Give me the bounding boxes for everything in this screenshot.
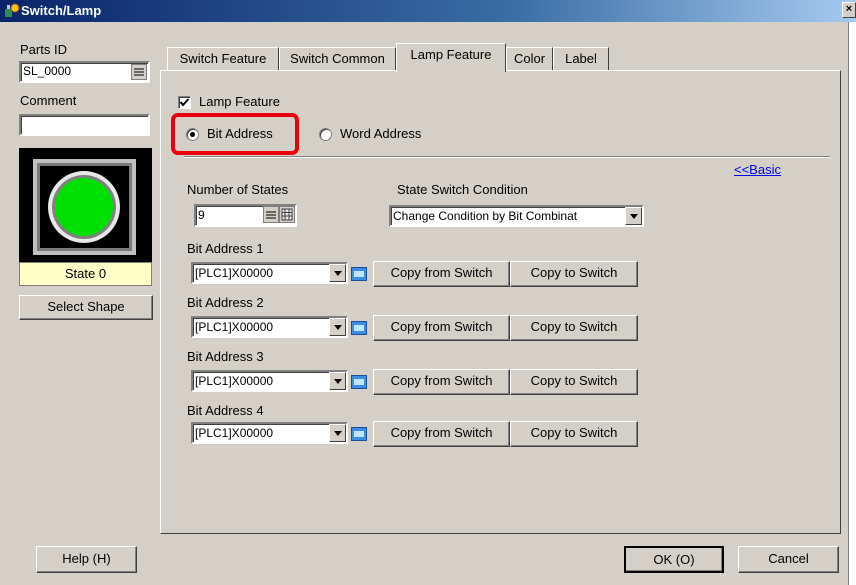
lamp-feature-panel: Lamp Feature Bit Address Word Address <<…: [160, 70, 841, 534]
tab-switch-common[interactable]: Switch Common: [279, 47, 396, 71]
bit-address-1-select[interactable]: [PLC1]X00000: [191, 262, 348, 284]
number-of-states-value: 9: [198, 208, 205, 222]
tab-lamp-feature[interactable]: Lamp Feature: [396, 43, 506, 72]
cancel-button[interactable]: Cancel: [738, 546, 839, 573]
copy-from-switch-button-1[interactable]: Copy from Switch: [373, 261, 510, 287]
lamp-shape-icon: [33, 159, 136, 255]
address-input-icon[interactable]: [351, 427, 367, 441]
basic-link[interactable]: <<Basic: [734, 162, 781, 177]
keypad-button[interactable]: [279, 206, 295, 223]
number-of-states-label: Number of States: [187, 182, 289, 197]
tab-color[interactable]: Color: [506, 47, 553, 71]
checkmark-icon: [179, 98, 190, 107]
address-input-icon[interactable]: [351, 375, 367, 389]
bit-address-2-select[interactable]: [PLC1]X00000: [191, 316, 348, 338]
switch-lamp-app-icon: [4, 3, 20, 19]
state-indicator: State 0: [19, 262, 152, 286]
comment-label: Comment: [20, 93, 77, 108]
bit-address-3-label: Bit Address 3: [187, 349, 264, 364]
parts-id-label: Parts ID: [20, 42, 67, 57]
state-switch-condition-select[interactable]: Change Condition by Bit Combinat: [389, 205, 644, 227]
chevron-down-icon[interactable]: [329, 318, 346, 336]
lamp-preview: [19, 148, 152, 262]
help-button[interactable]: Help (H): [36, 546, 137, 573]
bit-address-1-value: [PLC1]X00000: [195, 266, 274, 280]
bit-address-3-value: [PLC1]X00000: [195, 374, 274, 388]
address-input-icon[interactable]: [351, 267, 367, 281]
copy-to-switch-button-3[interactable]: Copy to Switch: [510, 369, 638, 395]
keypad-icon: [281, 208, 293, 221]
state-label: State 0: [64, 266, 107, 281]
chevron-down-icon[interactable]: [329, 372, 346, 390]
copy-from-switch-button-3[interactable]: Copy from Switch: [373, 369, 510, 395]
parts-id-field[interactable]: SL_0000: [19, 61, 150, 83]
word-address-radio[interactable]: [319, 128, 332, 141]
window-title: Switch/Lamp: [21, 3, 102, 18]
address-input-icon[interactable]: [351, 321, 367, 335]
tab-switch-feature[interactable]: Switch Feature: [167, 47, 279, 71]
bit-address-1-label: Bit Address 1: [187, 241, 264, 256]
title-bar[interactable]: Switch/Lamp ×: [0, 0, 856, 22]
lamp-feature-checkbox[interactable]: [178, 96, 191, 109]
state-switch-condition-label: State Switch Condition: [397, 182, 528, 197]
parts-id-spinner[interactable]: [131, 64, 147, 80]
bit-address-4-label: Bit Address 4: [187, 403, 264, 418]
chevron-down-icon[interactable]: [329, 264, 346, 282]
tab-label[interactable]: Label: [553, 47, 609, 71]
copy-to-switch-button-4[interactable]: Copy to Switch: [510, 421, 638, 447]
separator: [184, 156, 830, 158]
bit-address-4-select[interactable]: [PLC1]X00000: [191, 422, 348, 444]
chevron-down-icon[interactable]: [329, 424, 346, 442]
close-icon: ×: [845, 3, 853, 15]
ok-button[interactable]: OK (O): [624, 546, 724, 573]
copy-to-switch-button-1[interactable]: Copy to Switch: [510, 261, 638, 287]
state-switch-condition-value: Change Condition by Bit Combinat: [393, 209, 578, 223]
copy-from-switch-button-4[interactable]: Copy from Switch: [373, 421, 510, 447]
radio-selected-dot: [190, 132, 195, 137]
parts-id-value: SL_0000: [23, 64, 72, 78]
select-shape-button[interactable]: Select Shape: [19, 295, 153, 320]
bit-address-radio-label: Bit Address: [207, 126, 273, 141]
word-address-radio-label: Word Address: [340, 126, 422, 141]
bit-address-4-value: [PLC1]X00000: [195, 426, 274, 440]
switch-lamp-dialog: Switch/Lamp × Parts ID SL_0000 Comment S…: [0, 0, 856, 585]
copy-from-switch-button-2[interactable]: Copy from Switch: [373, 315, 510, 341]
spinner-icon: [266, 211, 276, 219]
states-spinner[interactable]: [263, 206, 279, 223]
number-of-states-field[interactable]: 9: [194, 204, 297, 227]
bit-address-radio[interactable]: [186, 128, 199, 141]
bit-address-2-label: Bit Address 2: [187, 295, 264, 310]
lamp-feature-label: Lamp Feature: [199, 94, 280, 109]
copy-to-switch-button-2[interactable]: Copy to Switch: [510, 315, 638, 341]
bit-address-2-value: [PLC1]X00000: [195, 320, 274, 334]
comment-field[interactable]: [19, 114, 150, 136]
bit-address-3-select[interactable]: [PLC1]X00000: [191, 370, 348, 392]
close-button[interactable]: ×: [842, 2, 856, 18]
chevron-down-icon[interactable]: [625, 207, 642, 225]
spinner-icon: [134, 68, 144, 76]
